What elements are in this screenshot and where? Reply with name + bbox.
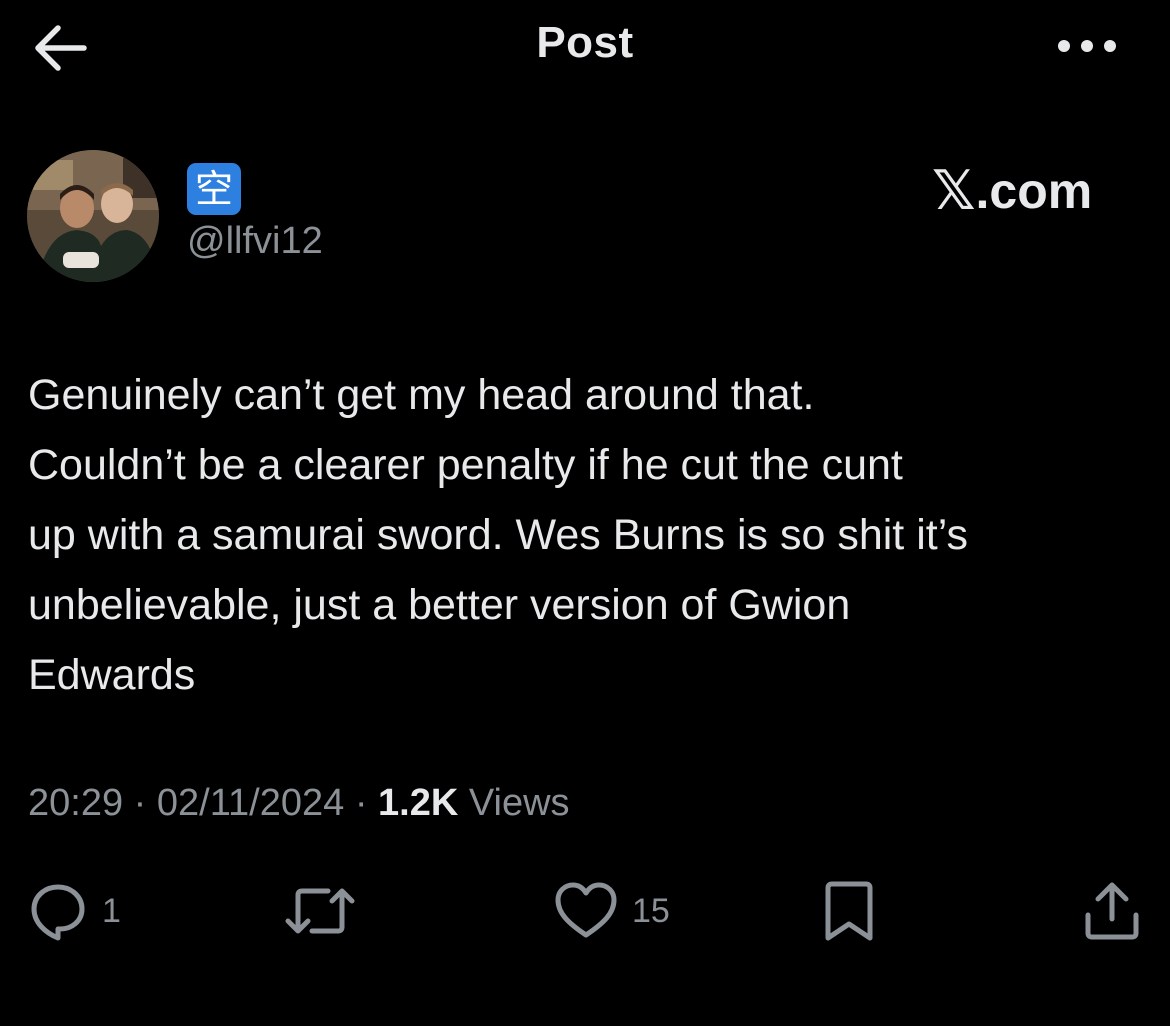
page-title: Post (536, 18, 634, 67)
views-count: 1.2K (378, 782, 459, 824)
avatar-photo (27, 150, 159, 282)
repost-button[interactable] (284, 876, 370, 946)
avatar[interactable] (27, 150, 159, 282)
share-icon (1085, 882, 1139, 940)
repost-icon (285, 888, 355, 934)
watermark-domain: .com (975, 163, 1093, 219)
share-button[interactable] (1082, 876, 1142, 946)
heart-icon (555, 882, 617, 938)
post-time: 20:29 (28, 782, 124, 824)
reply-button[interactable]: 1 (28, 876, 121, 946)
meta-separator: · (133, 782, 147, 824)
like-count: 15 (632, 891, 670, 930)
bookmark-button[interactable] (822, 876, 876, 946)
post-date: 02/11/2024 (156, 782, 345, 824)
bookmark-icon (825, 881, 873, 941)
more-horizontal-icon (1058, 40, 1116, 52)
top-bar: Post (0, 0, 1170, 96)
more-options-button[interactable] (1052, 28, 1122, 64)
author-handle[interactable]: @llfvi12 (187, 220, 323, 263)
reply-icon (31, 884, 85, 941)
like-button[interactable]: 15 (554, 876, 670, 946)
post-text: Genuinely can’t get my head around that.… (28, 371, 968, 699)
action-bar: 1 15 (0, 876, 1170, 946)
xcom-watermark: 𝕏 .com (932, 159, 1093, 222)
reply-count: 1 (102, 891, 121, 930)
post-meta: 20:29 · 02/11/2024 · 1.2K Views (28, 782, 570, 825)
display-name-badge[interactable]: 空 (187, 163, 241, 215)
meta-separator: · (354, 782, 368, 824)
x-logo-icon: 𝕏 (932, 159, 976, 222)
views-label: Views (468, 782, 570, 824)
